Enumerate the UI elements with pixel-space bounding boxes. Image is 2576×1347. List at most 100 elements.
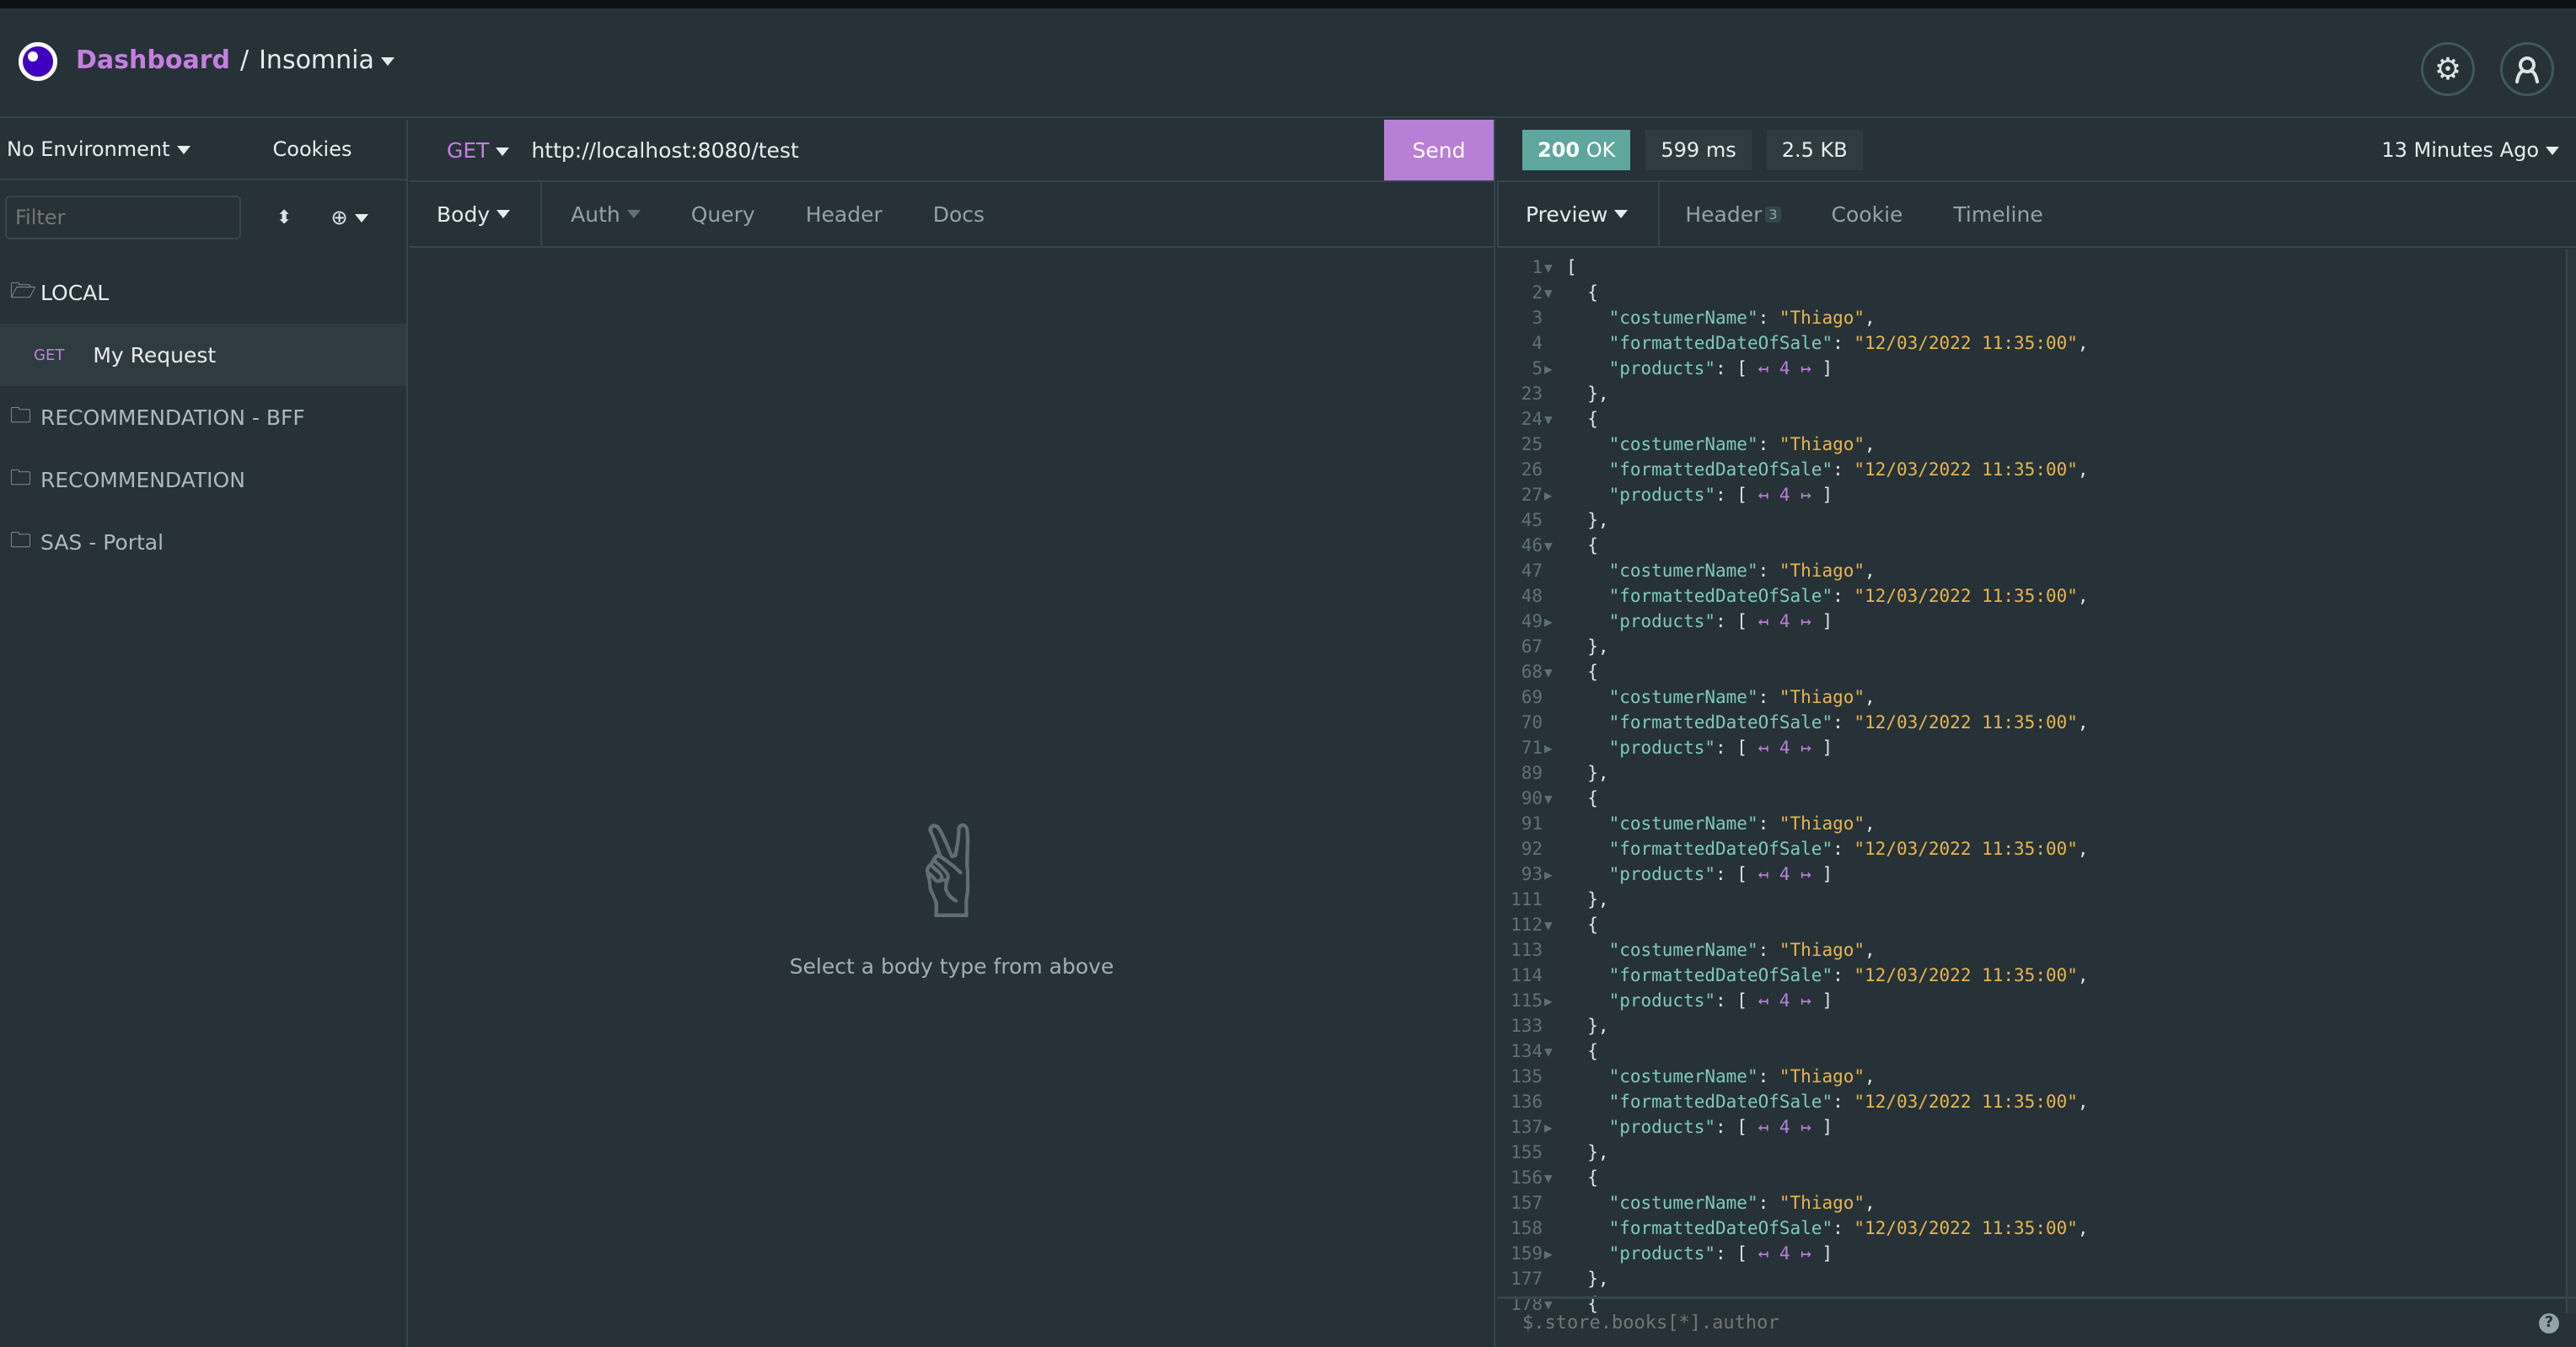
- workspace-dropdown[interactable]: Insomnia: [259, 46, 394, 75]
- code-line: 111 },: [1497, 887, 2564, 912]
- code-line: 89 },: [1497, 760, 2564, 786]
- tab-docs[interactable]: Docs: [908, 182, 1010, 246]
- insomnia-logo-icon: [19, 42, 57, 81]
- line-number: 159: [1511, 1243, 1543, 1264]
- fold-right-icon[interactable]: ▶: [1543, 1119, 1566, 1135]
- code-content: "products": [ ↤ 4 ↦ ]: [1608, 738, 1833, 758]
- code-content: {: [1566, 662, 1598, 682]
- code-line: 67 },: [1497, 634, 2564, 659]
- line-number: 2: [1532, 282, 1543, 303]
- fold-right-icon[interactable]: ▶: [1543, 867, 1566, 883]
- environment-dropdown[interactable]: No Environment: [7, 137, 191, 161]
- account-button[interactable]: [2500, 42, 2554, 96]
- folder-local[interactable]: 🗁 LOCAL: [0, 261, 406, 324]
- line-number: 135: [1511, 1066, 1543, 1087]
- sort-icon[interactable]: ⬍: [276, 207, 292, 228]
- code-content: "products": [ ↤ 4 ↦ ]: [1608, 358, 1833, 378]
- tab-body[interactable]: Body: [410, 182, 543, 246]
- tab-preview[interactable]: Preview: [1497, 182, 1661, 246]
- code-line: 47 "costumerName": "Thiago",: [1497, 558, 2564, 583]
- code-line: 114 "formattedDateOfSale": "12/03/2022 1…: [1497, 963, 2564, 988]
- code-line: 46 ▼ {: [1497, 533, 2564, 558]
- add-button[interactable]: ⊕: [330, 206, 368, 229]
- line-number: 24: [1521, 409, 1543, 429]
- code-line: 113 "costumerName": "Thiago",: [1497, 937, 2564, 963]
- window-top-bar: [0, 0, 2576, 8]
- url-bar: GET http://localhost:8080/test Send: [410, 120, 1494, 182]
- line-number: 25: [1521, 434, 1543, 454]
- code-content: "costumerName": "Thiago",: [1608, 1066, 1876, 1087]
- code-line: 5 ▶ "products": [ ↤ 4 ↦ ]: [1497, 356, 2564, 381]
- line-number: 68: [1521, 662, 1543, 682]
- code-line: 159 ▶ "products": [ ↤ 4 ↦ ]: [1497, 1241, 2564, 1266]
- code-line: 23 },: [1497, 381, 2564, 406]
- code-content: "costumerName": "Thiago",: [1608, 1193, 1876, 1213]
- request-tabs: Body Auth Query Header Docs: [410, 182, 1494, 248]
- line-number: 91: [1521, 813, 1543, 834]
- code-line: 134 ▼ {: [1497, 1038, 2564, 1064]
- fold-right-icon[interactable]: ▶: [1543, 993, 1566, 1009]
- line-number: 23: [1521, 384, 1543, 404]
- request-my-request[interactable]: GET My Request: [0, 324, 406, 386]
- tab-timeline[interactable]: Timeline: [1928, 182, 2068, 246]
- code-line: 137 ▶ "products": [ ↤ 4 ↦ ]: [1497, 1114, 2564, 1140]
- code-content: {: [1566, 1041, 1598, 1061]
- folder-sas-portal[interactable]: 🗀 SAS - Portal: [0, 511, 406, 573]
- tab-cookie[interactable]: Cookie: [1806, 182, 1929, 246]
- fold-right-icon[interactable]: ▶: [1543, 1246, 1566, 1262]
- fold-right-icon[interactable]: ▶: [1543, 487, 1566, 503]
- fold-down-icon[interactable]: ▼: [1543, 538, 1566, 554]
- gear-icon: ⚙: [2434, 51, 2462, 87]
- line-number: 93: [1521, 864, 1543, 884]
- line-number: 89: [1521, 763, 1543, 783]
- code-line: 4 "formattedDateOfSale": "12/03/2022 11:…: [1497, 330, 2564, 356]
- fold-down-icon[interactable]: ▼: [1543, 1044, 1566, 1060]
- send-button[interactable]: Send: [1384, 120, 1494, 180]
- fold-down-icon[interactable]: ▼: [1543, 791, 1566, 807]
- code-line: 133 },: [1497, 1013, 2564, 1038]
- peace-hand-icon: ✌: [899, 801, 1005, 947]
- filter-input[interactable]: [5, 196, 241, 239]
- method-dropdown[interactable]: GET: [447, 138, 510, 163]
- fold-down-icon[interactable]: ▼: [1543, 664, 1566, 680]
- code-content: "products": [ ↤ 4 ↦ ]: [1608, 990, 1833, 1011]
- code-line: 48 "formattedDateOfSale": "12/03/2022 11…: [1497, 583, 2564, 609]
- code-line: 26 "formattedDateOfSale": "12/03/2022 11…: [1497, 457, 2564, 482]
- scrollbar[interactable]: [2566, 250, 2576, 1313]
- fold-down-icon[interactable]: ▼: [1543, 260, 1566, 276]
- request-label: My Request: [93, 342, 217, 368]
- fold-down-icon[interactable]: ▼: [1543, 1170, 1566, 1186]
- url-input[interactable]: http://localhost:8080/test: [531, 138, 798, 163]
- folder-recommendation-bff[interactable]: 🗀 RECOMMENDATION - BFF: [0, 386, 406, 448]
- code-content: "formattedDateOfSale": "12/03/2022 11:35…: [1608, 333, 2089, 353]
- chevron-down-icon: [496, 147, 510, 156]
- sidebar: No Environment Cookies ⬍ ⊕ 🗁LOCAL GET My …: [0, 120, 408, 1347]
- dashboard-link[interactable]: Dashboard: [76, 46, 230, 75]
- fold-right-icon[interactable]: ▶: [1543, 614, 1566, 630]
- code-line: 3 "costumerName": "Thiago",: [1497, 305, 2564, 330]
- tab-header[interactable]: Header: [781, 182, 908, 246]
- settings-button[interactable]: ⚙: [2421, 42, 2475, 96]
- code-content: {: [1566, 788, 1598, 808]
- line-number: 26: [1521, 459, 1543, 480]
- help-icon[interactable]: ?: [2539, 1312, 2559, 1334]
- tab-response-header[interactable]: Header 3: [1660, 182, 1806, 246]
- folder-icon: 🗀: [10, 464, 32, 490]
- fold-right-icon[interactable]: ▶: [1543, 361, 1566, 377]
- folder-label: SAS - Portal: [40, 529, 164, 555]
- line-number: 47: [1521, 561, 1543, 581]
- code-content: [: [1566, 257, 1577, 277]
- jsonpath-filter-input[interactable]: [1522, 1312, 2450, 1334]
- code-line: 157 "costumerName": "Thiago",: [1497, 1190, 2564, 1216]
- fold-down-icon[interactable]: ▼: [1543, 917, 1566, 933]
- cookies-button[interactable]: Cookies: [273, 137, 352, 161]
- workspace-name: Insomnia: [259, 46, 374, 75]
- tab-query[interactable]: Query: [666, 182, 781, 246]
- fold-down-icon[interactable]: ▼: [1543, 411, 1566, 427]
- tab-auth[interactable]: Auth: [542, 182, 666, 246]
- folder-recommendation[interactable]: 🗀 RECOMMENDATION: [0, 448, 406, 511]
- fold-down-icon[interactable]: ▼: [1543, 285, 1566, 301]
- plus-circle-icon: ⊕: [330, 206, 348, 229]
- history-dropdown[interactable]: 13 Minutes Ago: [2381, 138, 2559, 162]
- fold-right-icon[interactable]: ▶: [1543, 740, 1566, 756]
